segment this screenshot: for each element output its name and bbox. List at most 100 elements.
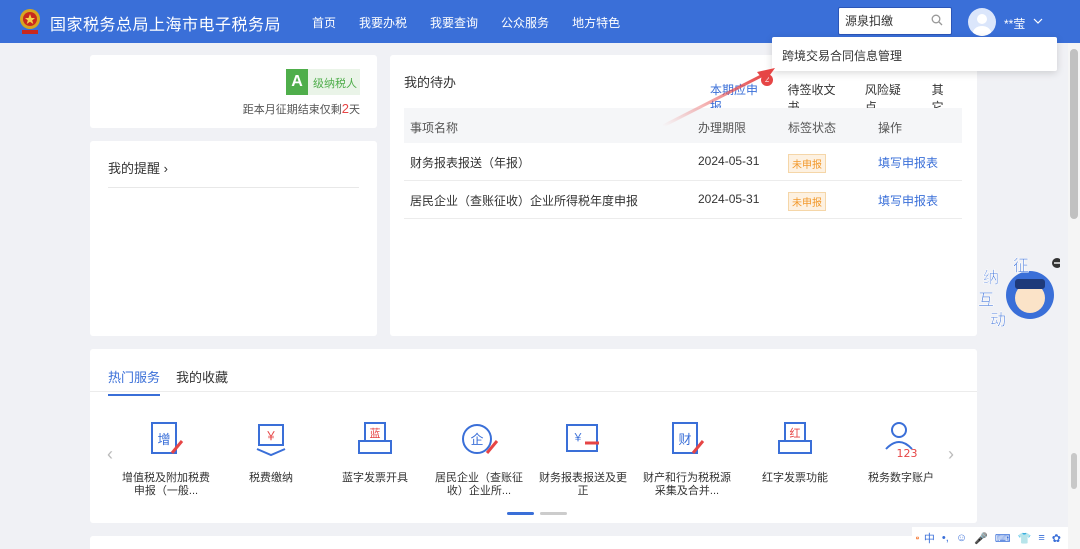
table-row: 居民企业（查账征收）企业所得税年度申报 2024-05-31 未申报 填写申报表 <box>404 181 962 219</box>
mascot-icon: 征 纳 互 动 <box>978 256 1062 329</box>
icon-glyph: ￥ <box>573 431 584 444</box>
ime-chinese-mode[interactable]: 中 <box>924 530 935 546</box>
carousel-dots <box>507 512 573 515</box>
ime-emoji-icon[interactable]: ☺ <box>956 532 967 544</box>
financial-report-icon: ￥ <box>566 424 599 452</box>
status-badge: 未申报 <box>788 192 826 211</box>
col-name: 事项名称 <box>410 121 459 135</box>
grade-text: 级纳税人 <box>313 78 357 90</box>
status-badge: 未申报 <box>788 154 826 173</box>
main-nav: 首页 我要办税 我要查询 公众服务 地方特色 <box>312 14 643 31</box>
todo-title: 我的待办 <box>404 75 457 90</box>
vat-form-icon: 增 <box>151 422 184 454</box>
reminder-title[interactable]: 我的提醒 › <box>108 158 168 177</box>
interaction-widget[interactable]: 征 纳 互 动 <box>975 253 1062 333</box>
search-input[interactable] <box>845 8 929 32</box>
fill-declaration-link[interactable]: 填写申报表 <box>878 154 938 171</box>
scrollbar-thumb-secondary[interactable] <box>1071 453 1077 489</box>
nav-home[interactable]: 首页 <box>312 14 336 31</box>
nav-query[interactable]: 我要查询 <box>430 14 478 31</box>
icon-glyph: 财 <box>678 433 691 448</box>
row-status: 未申报 <box>788 192 826 211</box>
suggestion-item[interactable]: 跨境交易合同信息管理 <box>782 47 902 64</box>
widget-char: 纳 <box>983 268 999 287</box>
icon-glyph: 红 <box>790 427 801 440</box>
nav-local-feature[interactable]: 地方特色 <box>572 14 620 31</box>
service-label: 居民企业（查账征收）企业所... <box>435 472 523 497</box>
deadline-prefix: 距本月征期结束仅剩 <box>242 104 342 116</box>
search-box <box>838 7 952 35</box>
service-label: 财产和行为税税源采集及合并... <box>643 472 731 497</box>
row-name: 居民企业（查账征收）企业所得税年度申报 <box>410 194 639 208</box>
chevron-down-icon[interactable] <box>1033 17 1043 25</box>
deadline-text: 距本月征期结束仅剩2天 <box>243 101 360 117</box>
tax-payment-icon: ￥ <box>256 424 286 457</box>
row-name: 财务报表报送（年报） <box>410 156 531 170</box>
fill-declaration-link[interactable]: 填写申报表 <box>878 192 938 209</box>
nav-public-service[interactable]: 公众服务 <box>501 14 549 31</box>
widget-char: 征 <box>1013 256 1029 275</box>
reminder-card: 我的提醒 › <box>90 141 377 336</box>
user-icon <box>973 14 991 36</box>
sogou-logo-icon[interactable]: S <box>916 528 919 548</box>
service-item[interactable]: ￥ 财务报表报送及更正 <box>538 419 628 498</box>
red-invoice-icon: 红 <box>778 422 812 454</box>
nav-handle-tax[interactable]: 我要办税 <box>359 14 407 31</box>
table-row: 财务报表报送（年报） 2024-05-31 未申报 填写申报表 <box>404 143 962 181</box>
scrollbar-thumb[interactable] <box>1070 49 1078 219</box>
services-card: 热门服务 我的收藏 ‹ › 增 增值税及附加税费申报（一般... ￥ 税费缴纳 … <box>90 349 977 523</box>
service-item[interactable]: 123 税务数字账户 <box>856 419 946 485</box>
icon-glyph: ￥ <box>265 429 277 443</box>
vertical-scrollbar[interactable] <box>1068 43 1080 549</box>
ime-toolbar: S 中 •, ☺ 🎤 ⌨ 👕 ≡ ✿ <box>912 527 1068 549</box>
widget-char: 动 <box>990 310 1006 329</box>
service-item[interactable]: 财 财产和行为税税源采集及合并... <box>642 419 732 498</box>
divider <box>90 391 977 392</box>
site-title[interactable]: 国家税务总局上海市电子税务局 <box>50 11 281 35</box>
row-status: 未申报 <box>788 154 826 173</box>
search-suggestion-dropdown: 跨境交易合同信息管理 <box>772 37 1057 71</box>
service-item[interactable]: ￥ 税费缴纳 <box>226 419 316 485</box>
ime-menu-icon[interactable]: ≡ <box>1038 532 1044 544</box>
service-item[interactable]: 红 红字发票功能 <box>750 419 840 485</box>
service-label: 税费缴纳 <box>249 472 293 484</box>
blue-invoice-icon: 蓝 <box>358 422 392 454</box>
ime-skin-icon[interactable]: 👕 <box>1018 532 1032 545</box>
row-deadline: 2024-05-31 <box>698 192 760 206</box>
ime-keyboard-icon[interactable]: ⌨ <box>995 532 1011 545</box>
service-item[interactable]: 企 居民企业（查账征收）企业所... <box>434 419 524 498</box>
service-label: 财务报表报送及更正 <box>539 472 627 497</box>
service-label: 蓝字发票开具 <box>342 472 408 484</box>
deadline-days: 2 <box>341 101 349 116</box>
service-label: 增值税及附加税费申报（一般... <box>122 472 210 497</box>
avatar[interactable] <box>968 8 996 36</box>
icon-glyph: 企 <box>470 432 483 448</box>
credit-grade-badge: A 级纳税人 <box>286 69 360 95</box>
tax-emblem-icon <box>20 9 40 34</box>
service-label: 税务数字账户 <box>868 472 934 484</box>
ime-mic-icon[interactable]: 🎤 <box>974 532 988 545</box>
service-item[interactable]: 蓝 蓝字发票开具 <box>330 419 420 485</box>
credit-card: A 级纳税人 距本月征期结束仅剩2天 <box>90 55 377 128</box>
bottom-card <box>90 536 977 549</box>
service-label: 红字发票功能 <box>762 472 828 484</box>
carousel-dot[interactable] <box>540 512 567 515</box>
icon-glyph: 增 <box>157 433 170 448</box>
carousel-dot-active[interactable] <box>507 512 534 515</box>
col-status: 标签状态 <box>788 121 837 135</box>
row-deadline: 2024-05-31 <box>698 154 760 168</box>
service-item[interactable]: 增 增值税及附加税费申报（一般... <box>121 419 211 498</box>
ime-settings-icon[interactable]: ✿ <box>1052 532 1061 545</box>
carousel-next-icon[interactable]: › <box>948 444 954 465</box>
property-tax-icon: 财 <box>672 422 705 454</box>
col-action: 操作 <box>878 121 903 135</box>
icon-glyph: 123 <box>897 447 918 459</box>
enterprise-tax-icon: 企 <box>462 424 499 454</box>
username[interactable]: **莹 <box>1004 15 1025 32</box>
ime-punctuation-icon[interactable]: •, <box>942 532 949 544</box>
search-icon[interactable] <box>931 14 943 26</box>
annotation-arrow-icon <box>662 68 775 128</box>
carousel-prev-icon[interactable]: ‹ <box>107 444 113 465</box>
digital-account-icon: 123 <box>885 422 918 460</box>
deadline-suffix: 天 <box>349 104 360 116</box>
